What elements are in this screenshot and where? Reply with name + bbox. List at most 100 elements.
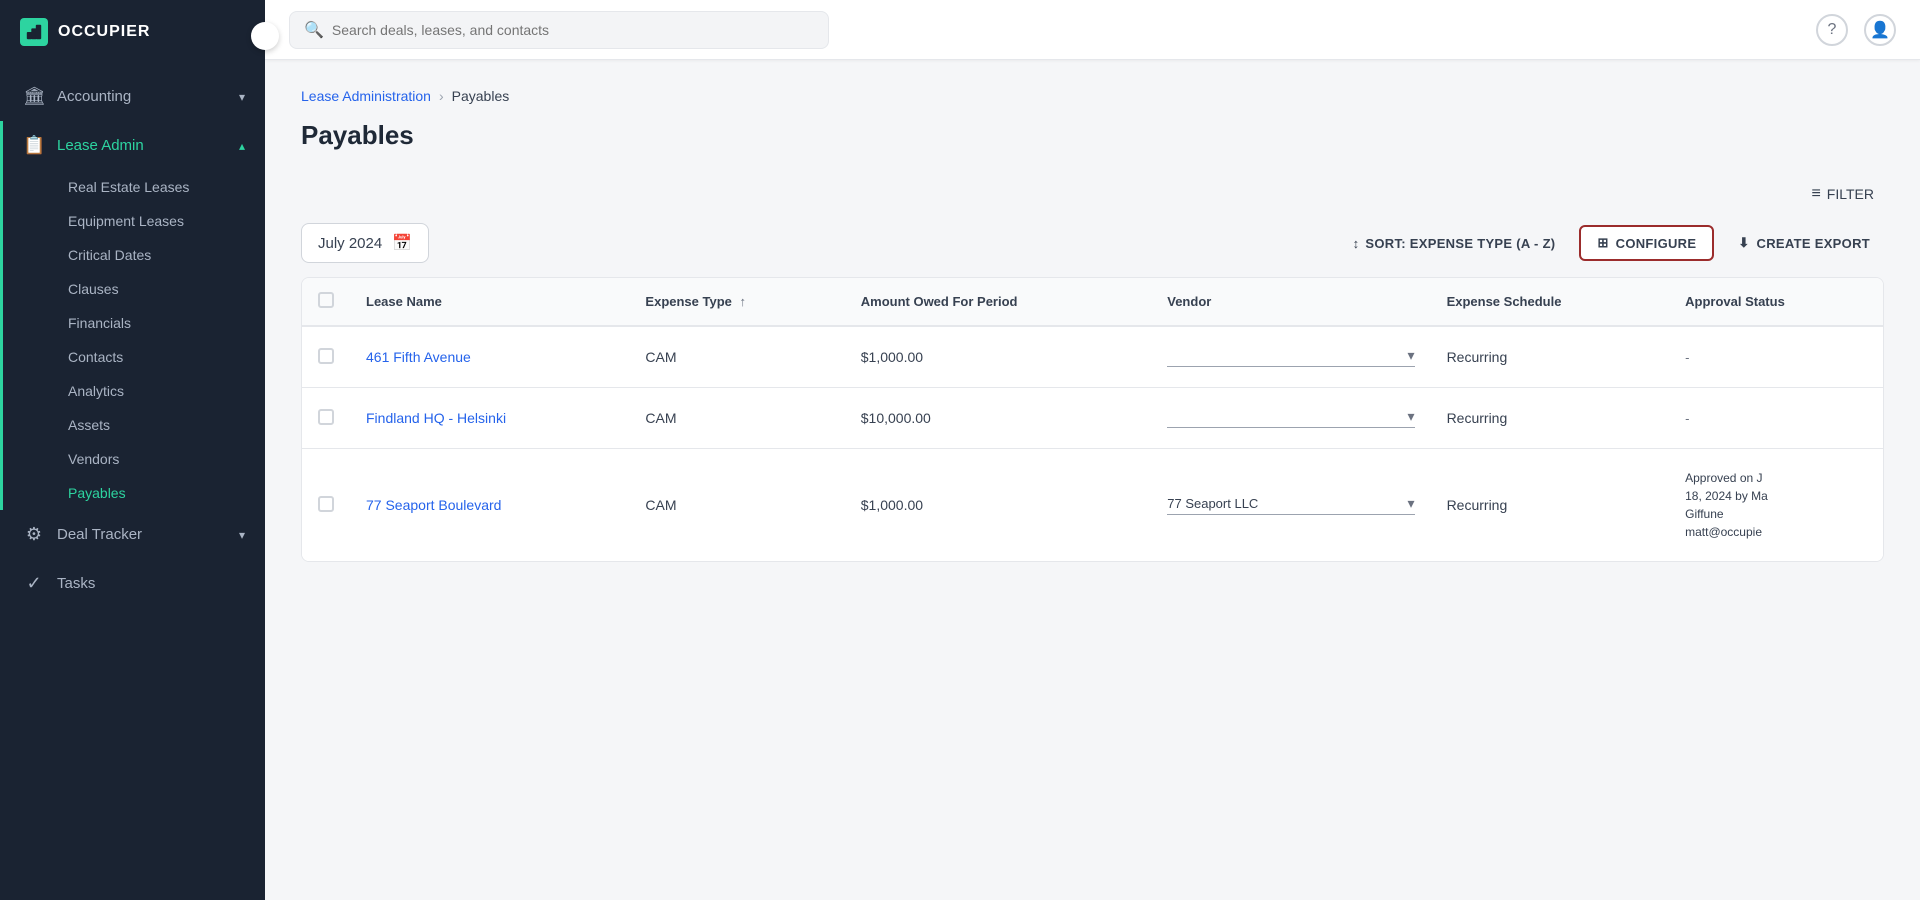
row2-expense-schedule: Recurring	[1447, 410, 1508, 426]
col-expense-schedule-label: Expense Schedule	[1447, 294, 1562, 309]
logo: OCCUPIER	[0, 0, 265, 64]
sidebar-item-contacts[interactable]: Contacts	[58, 340, 265, 374]
toolbar: ≡ FILTER	[301, 179, 1884, 209]
breadcrumb-parent[interactable]: Lease Administration	[301, 88, 431, 104]
row1-amount: $1,000.00	[861, 349, 923, 365]
payables-table: Lease Name Expense Type ↑ Amount Owed Fo…	[301, 277, 1884, 562]
col-amount-label: Amount Owed For Period	[861, 294, 1018, 309]
accounting-icon: 🏛	[23, 86, 45, 107]
chevron-down-icon-2: ▾	[239, 528, 245, 542]
select-all-checkbox[interactable]	[318, 292, 334, 308]
date-value: July 2024	[318, 235, 382, 252]
row2-approval-status-cell: -	[1669, 388, 1883, 449]
sidebar: OCCUPIER ❮ 🏛 Accounting ▾ 📋 Lease Admin …	[0, 0, 265, 900]
search-bar[interactable]: 🔍	[289, 11, 829, 49]
tasks-icon: ✓	[23, 573, 45, 594]
row2-lease-name-cell: Findland HQ - Helsinki	[350, 388, 629, 449]
row1-expense-type-cell: CAM	[629, 326, 844, 388]
row1-expense-schedule: Recurring	[1447, 349, 1508, 365]
row1-checkbox[interactable]	[318, 348, 334, 364]
chevron-down-icon: ▾	[239, 90, 245, 104]
row2-checkbox-cell	[302, 388, 350, 449]
sort-button[interactable]: ↕ SORT: EXPENSE TYPE (A - Z)	[1339, 228, 1570, 259]
sidebar-item-lease-admin[interactable]: 📋 Lease Admin ▴	[3, 121, 265, 170]
sidebar-item-equipment-leases[interactable]: Equipment Leases	[58, 204, 265, 238]
row1-expense-type: CAM	[645, 349, 676, 365]
row3-lease-name[interactable]: 77 Seaport Boulevard	[366, 497, 501, 513]
breadcrumb-separator: ›	[439, 88, 444, 104]
nav-section-lease-admin: 📋 Lease Admin ▴ Real Estate Leases Equip…	[0, 121, 265, 510]
row3-checkbox-cell	[302, 449, 350, 562]
sidebar-item-financials[interactable]: Financials	[58, 306, 265, 340]
row2-checkbox[interactable]	[318, 409, 334, 425]
logo-icon	[20, 18, 48, 46]
calendar-icon: 📅	[392, 233, 412, 253]
sidebar-item-label-lease-admin: Lease Admin	[57, 137, 227, 154]
sidebar-item-label-accounting: Accounting	[57, 88, 227, 105]
search-icon: 🔍	[304, 20, 324, 40]
sidebar-item-analytics[interactable]: Analytics	[58, 374, 265, 408]
user-avatar[interactable]: 👤	[1864, 14, 1896, 46]
lease-admin-subnav: Real Estate Leases Equipment Leases Crit…	[3, 170, 265, 510]
export-icon: ⬇	[1738, 235, 1749, 251]
col-expense-type[interactable]: Expense Type ↑	[629, 278, 844, 326]
col-amount: Amount Owed For Period	[845, 278, 1152, 326]
row2-amount-cell: $10,000.00	[845, 388, 1152, 449]
sidebar-item-label-tasks: Tasks	[57, 575, 245, 592]
row3-approval-status-cell: Approved on J18, 2024 by MaGiffunematt@o…	[1669, 449, 1883, 562]
col-lease-name-label: Lease Name	[366, 294, 442, 309]
row3-checkbox[interactable]	[318, 496, 334, 512]
sidebar-item-real-estate-leases[interactable]: Real Estate Leases	[58, 170, 265, 204]
breadcrumb: Lease Administration › Payables	[301, 88, 1884, 104]
row3-vendor-select[interactable]: 77 Seaport LLC ▾	[1167, 495, 1414, 515]
help-button[interactable]: ?	[1816, 14, 1848, 46]
row1-approval-status-cell: -	[1669, 326, 1883, 388]
sidebar-item-critical-dates[interactable]: Critical Dates	[58, 238, 265, 272]
search-input[interactable]	[332, 22, 814, 38]
configure-label: CONFIGURE	[1616, 236, 1697, 251]
sidebar-item-payables[interactable]: Payables	[58, 476, 265, 510]
nav-section-accounting: 🏛 Accounting ▾	[0, 72, 265, 121]
configure-button[interactable]: ⊞ CONFIGURE	[1579, 225, 1714, 261]
row1-amount-cell: $1,000.00	[845, 326, 1152, 388]
configure-icon: ⊞	[1597, 235, 1608, 251]
row2-vendor-chevron: ▾	[1408, 408, 1415, 425]
row2-approval-status: -	[1685, 411, 1689, 426]
row2-expense-type-cell: CAM	[629, 388, 844, 449]
row3-approval-status: Approved on J18, 2024 by MaGiffunematt@o…	[1685, 469, 1867, 541]
row3-amount: $1,000.00	[861, 497, 923, 513]
user-icon: 👤	[1870, 20, 1890, 40]
sort-icon: ↕	[1353, 236, 1360, 251]
row1-lease-name[interactable]: 461 Fifth Avenue	[366, 349, 471, 365]
date-picker-button[interactable]: July 2024 📅	[301, 223, 429, 263]
col-expense-type-label: Expense Type	[645, 294, 731, 309]
row1-vendor-chevron: ▾	[1408, 347, 1415, 364]
sidebar-item-accounting[interactable]: 🏛 Accounting ▾	[3, 72, 265, 121]
col-approval-status: Approval Status	[1669, 278, 1883, 326]
breadcrumb-current: Payables	[452, 88, 510, 104]
row2-vendor-select[interactable]: ▾	[1167, 408, 1414, 428]
row2-lease-name[interactable]: Findland HQ - Helsinki	[366, 410, 506, 426]
row1-approval-status: -	[1685, 350, 1689, 365]
sidebar-item-clauses[interactable]: Clauses	[58, 272, 265, 306]
sidebar-item-deal-tracker[interactable]: ⚙ Deal Tracker ▾	[3, 510, 265, 559]
sidebar-item-tasks[interactable]: ✓ Tasks	[3, 559, 265, 608]
row2-amount: $10,000.00	[861, 410, 931, 426]
row1-vendor-select[interactable]: ▾	[1167, 347, 1414, 367]
sidebar-collapse-button[interactable]: ❮	[251, 22, 279, 50]
create-export-button[interactable]: ⬇ CREATE EXPORT	[1724, 227, 1884, 259]
table-row: Findland HQ - Helsinki CAM $10,000.00 ▾	[302, 388, 1883, 449]
sidebar-item-assets[interactable]: Assets	[58, 408, 265, 442]
row3-expense-type-cell: CAM	[629, 449, 844, 562]
col-vendor-label: Vendor	[1167, 294, 1211, 309]
row3-expense-schedule: Recurring	[1447, 497, 1508, 513]
topbar: 🔍 ? 👤	[265, 0, 1920, 60]
table-header-row: Lease Name Expense Type ↑ Amount Owed Fo…	[302, 278, 1883, 326]
filter-button[interactable]: ≡ FILTER	[1801, 179, 1884, 209]
row1-checkbox-cell	[302, 326, 350, 388]
sidebar-item-vendors[interactable]: Vendors	[58, 442, 265, 476]
row3-expense-schedule-cell: Recurring	[1431, 449, 1670, 562]
content-area: Lease Administration › Payables Payables…	[265, 60, 1920, 900]
row1-lease-name-cell: 461 Fifth Avenue	[350, 326, 629, 388]
topbar-right: ? 👤	[1816, 14, 1896, 46]
